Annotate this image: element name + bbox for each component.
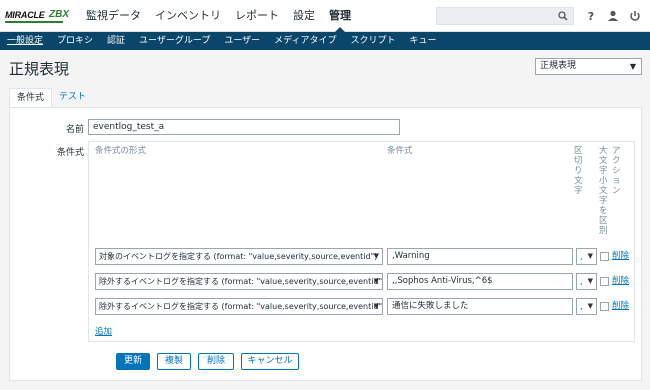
expression-input[interactable]: ,,Sophos Anti-Virus,^6$ xyxy=(387,273,573,290)
clone-button[interactable]: 複製 xyxy=(157,353,191,370)
submenu-users[interactable]: ユーザー xyxy=(217,32,267,50)
logo-suffix: ZBX xyxy=(49,9,69,20)
chevron-down-icon: ▼ xyxy=(373,252,379,260)
delimiter-value: , xyxy=(580,277,583,286)
header-select[interactable]: 正規表現 ▼ xyxy=(535,58,642,75)
logo[interactable]: MIRACLE ZBX xyxy=(5,9,73,24)
power-icon[interactable] xyxy=(628,9,642,23)
case-sensitive-checkbox[interactable] xyxy=(600,252,609,261)
sub-menu: 一般設定 プロキシ 認証 ユーザーグループ ユーザー メディアタイプ スクリプト… xyxy=(0,32,650,50)
chevron-down-icon: ▼ xyxy=(373,302,379,310)
expression-row: 除外するイベントログを指定する (format: "value,severity… xyxy=(95,298,635,316)
user-icon[interactable] xyxy=(606,9,620,23)
remove-link[interactable]: 削除 xyxy=(612,298,629,315)
expression-type-value: 除外するイベントログを指定する (format: "value,severity… xyxy=(99,277,383,286)
menu-monitoring[interactable]: 監視データ xyxy=(86,0,141,32)
header-delimiter: 区切り文字 xyxy=(574,146,583,196)
page-title: 正規表現 xyxy=(9,60,70,78)
chevron-down-icon: ▼ xyxy=(629,62,636,71)
expression-type-select[interactable]: 除外するイベントログを指定する (format: "value,severity… xyxy=(95,273,383,290)
delimiter-select[interactable]: , ▼ xyxy=(576,273,597,290)
menu-inventory[interactable]: インベントリ xyxy=(155,0,221,32)
submenu-proxies[interactable]: プロキシ xyxy=(50,32,100,50)
menu-configuration[interactable]: 設定 xyxy=(293,0,315,32)
delimiter-value: , xyxy=(580,252,583,261)
case-sensitive-checkbox[interactable] xyxy=(600,277,609,286)
delimiter-select[interactable]: , ▼ xyxy=(576,298,597,315)
help-icon[interactable]: ? xyxy=(584,9,598,23)
expression-type-value: 対象のイベントログを指定する (format: "value,severity,… xyxy=(99,252,378,261)
add-expression-link[interactable]: 追加 xyxy=(95,325,112,337)
remove-link[interactable]: 削除 xyxy=(612,248,629,265)
logo-text: MIRACLE xyxy=(5,10,45,20)
chevron-down-icon: ▼ xyxy=(587,252,593,260)
header-expression: 条件式 xyxy=(387,146,413,156)
expression-input[interactable]: 通信に失敗しました xyxy=(387,298,573,315)
submenu-queue[interactable]: キュー xyxy=(403,32,444,50)
delete-button[interactable]: 削除 xyxy=(198,353,234,370)
header-action: アクション xyxy=(612,146,621,196)
remove-link[interactable]: 削除 xyxy=(612,273,629,290)
tab-conditions[interactable]: 条件式 xyxy=(9,88,53,109)
tab-test[interactable]: テスト xyxy=(52,88,93,108)
submenu-scripts[interactable]: スクリプト xyxy=(344,32,403,50)
name-label: 名前 xyxy=(65,125,84,135)
case-sensitive-checkbox[interactable] xyxy=(600,302,609,311)
chevron-down-icon: ▼ xyxy=(587,277,593,285)
expression-type-value: 除外するイベントログを指定する (format: "value,severity… xyxy=(99,302,383,311)
name-field[interactable]: eventlog_test_a xyxy=(88,119,400,135)
menu-reports[interactable]: レポート xyxy=(235,0,279,32)
tab-bar: 条件式 テスト xyxy=(9,88,93,109)
search-input[interactable] xyxy=(436,7,574,25)
expressions-label: 条件式 xyxy=(56,148,84,158)
logo-underline xyxy=(5,21,63,23)
search-icon[interactable] xyxy=(558,11,568,21)
submenu-media-types[interactable]: メディアタイプ xyxy=(267,32,343,50)
expression-type-select[interactable]: 対象のイベントログを指定する (format: "value,severity,… xyxy=(95,248,383,265)
cancel-button[interactable]: キャンセル xyxy=(241,353,299,370)
header-select-value: 正規表現 xyxy=(540,61,577,71)
submenu-authentication[interactable]: 認証 xyxy=(100,32,132,50)
chevron-down-icon: ▼ xyxy=(587,302,593,310)
svg-text:?: ? xyxy=(588,10,594,23)
top-bar: MIRACLE ZBX 監視データ インベントリ レポート 設定 管理 ? xyxy=(0,0,650,32)
chevron-down-icon: ▼ xyxy=(373,277,379,285)
expression-row: 除外するイベントログを指定する (format: "value,severity… xyxy=(95,273,635,291)
header-expression-type: 条件式の形式 xyxy=(95,146,147,156)
expression-input[interactable]: ,Warning xyxy=(387,248,573,265)
expression-row: 対象のイベントログを指定する (format: "value,severity,… xyxy=(95,248,635,266)
delimiter-value: , xyxy=(580,302,583,311)
submenu-general[interactable]: 一般設定 xyxy=(0,32,50,50)
main-menu: 監視データ インベントリ レポート 設定 管理 xyxy=(86,0,365,32)
update-button[interactable]: 更新 xyxy=(116,353,150,370)
expression-type-select[interactable]: 除外するイベントログを指定する (format: "value,severity… xyxy=(95,298,383,315)
header-case-sensitive: 大文字小文字を区別 xyxy=(599,146,608,236)
delimiter-select[interactable]: , ▼ xyxy=(576,248,597,265)
menu-administration[interactable]: 管理 xyxy=(329,0,351,32)
submenu-user-groups[interactable]: ユーザーグループ xyxy=(132,32,217,50)
